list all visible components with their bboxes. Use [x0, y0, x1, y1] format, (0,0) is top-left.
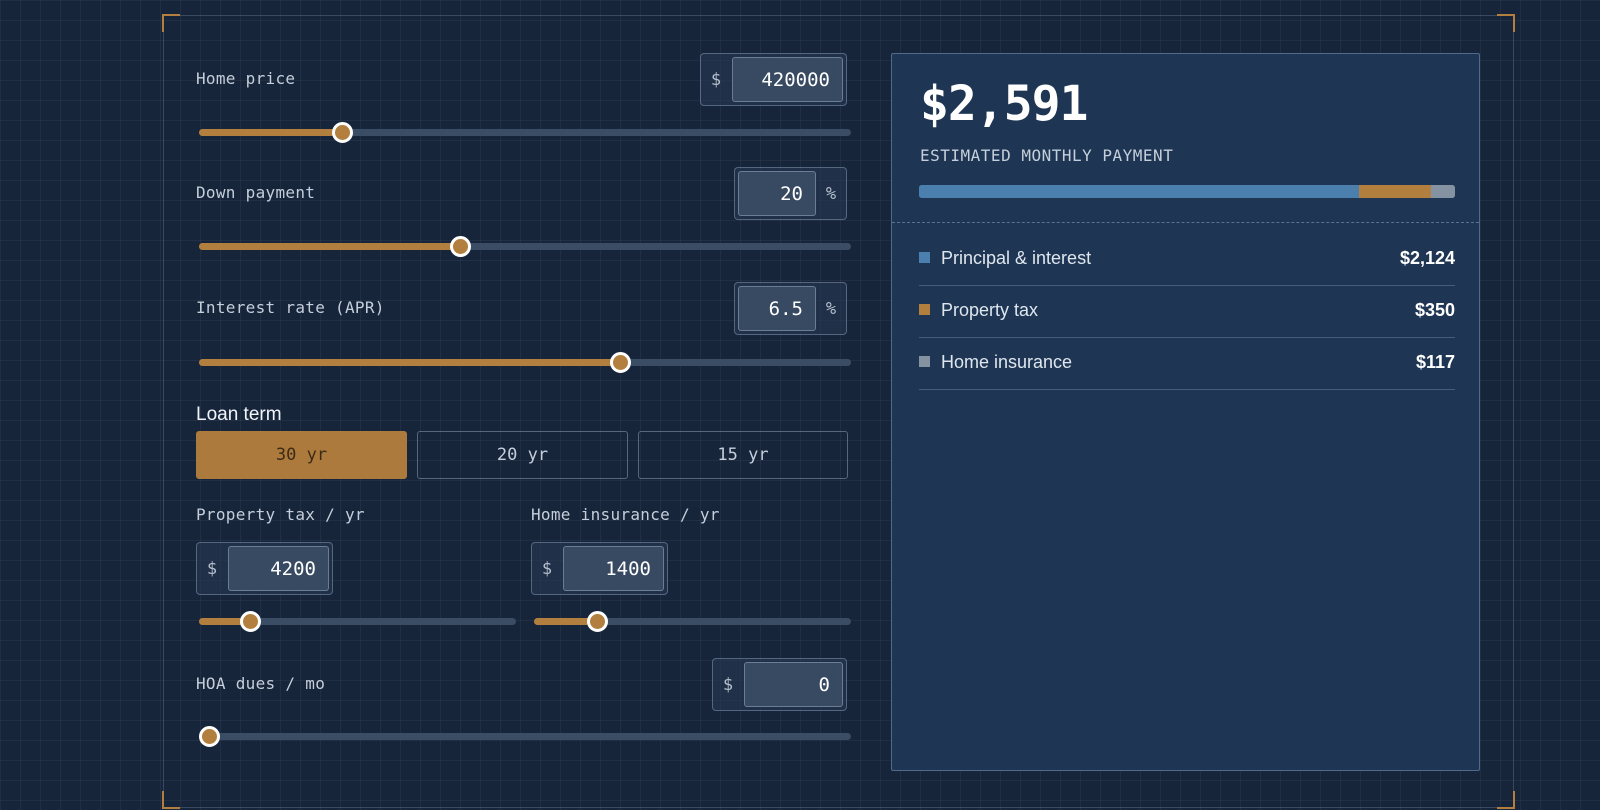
home-insurance-slider[interactable] — [534, 611, 851, 632]
loan-term-20yr-button[interactable]: 20 yr — [417, 431, 628, 479]
monthly-payment-amount: $2,591 — [920, 76, 1088, 132]
down-payment-input[interactable]: 20 — [738, 171, 816, 216]
payment-summary-panel: $2,591 ESTIMATED MONTHLY PAYMENT Princip… — [891, 53, 1480, 771]
payment-breakdown-bar — [919, 185, 1455, 198]
slider-thumb[interactable] — [332, 122, 354, 143]
interest-rate-label: Interest rate (APR) — [196, 298, 385, 317]
breakdown-label: Property tax — [941, 300, 1039, 320]
frame-corner-bottom-right — [1497, 791, 1515, 809]
dashed-divider — [892, 222, 1479, 223]
principal-interest-segment — [919, 185, 1359, 198]
frame-corner-top-right — [1497, 14, 1515, 32]
breakdown-label: Home insurance — [941, 352, 1073, 372]
breakdown-row-principal: Principal & interest $2,124 — [919, 234, 1455, 286]
interest-rate-slider[interactable] — [199, 352, 851, 373]
breakdown-value: $350 — [1414, 300, 1455, 320]
breakdown-label: Principal & interest — [941, 248, 1092, 268]
percent-suffix: % — [825, 183, 837, 204]
currency-prefix: $ — [541, 558, 553, 579]
property-tax-segment — [1358, 185, 1431, 198]
principal-swatch — [919, 252, 930, 263]
slider-thumb[interactable] — [199, 726, 220, 747]
breakdown-value: $2,124 — [1399, 248, 1455, 268]
home-insurance-input[interactable]: 1400 — [563, 546, 664, 591]
home-insurance-swatch — [919, 356, 930, 367]
down-payment-slider[interactable] — [199, 236, 851, 257]
home-insurance-label: Home insurance / yr — [531, 505, 720, 524]
slider-fill — [199, 359, 620, 366]
slider-track — [209, 733, 851, 740]
slider-thumb[interactable] — [587, 611, 609, 632]
interest-rate-field: 6.5 % — [734, 282, 847, 335]
down-payment-label: Down payment — [196, 183, 316, 202]
currency-prefix: $ — [722, 674, 734, 695]
hoa-label: HOA dues / mo — [196, 674, 326, 693]
slider-thumb[interactable] — [609, 352, 631, 373]
breakdown-row-home-insurance: Home insurance $117 — [919, 338, 1455, 390]
slider-fill — [199, 243, 460, 250]
breakdown-row-property-tax: Property tax $350 — [919, 286, 1455, 338]
property-tax-input[interactable]: 4200 — [228, 546, 329, 591]
monthly-payment-caption: ESTIMATED MONTHLY PAYMENT — [920, 146, 1174, 165]
slider-thumb[interactable] — [239, 611, 261, 632]
loan-term-30yr-button[interactable]: 30 yr — [196, 431, 407, 479]
slider-fill — [199, 129, 343, 136]
home-price-input[interactable]: 420000 — [732, 57, 843, 102]
currency-prefix: $ — [710, 69, 722, 90]
property-tax-label: Property tax / yr — [196, 505, 365, 524]
home-insurance-segment — [1430, 185, 1455, 198]
slider-thumb[interactable] — [449, 236, 471, 257]
home-price-slider[interactable] — [199, 122, 851, 143]
hoa-input[interactable]: 0 — [744, 662, 843, 707]
home-price-label: Home price — [196, 69, 296, 88]
property-tax-swatch — [919, 304, 930, 315]
frame-corner-bottom-left — [162, 791, 180, 809]
home-price-field: $ 420000 — [700, 53, 847, 106]
property-tax-slider[interactable] — [199, 611, 516, 632]
hoa-field: $ 0 — [712, 658, 847, 711]
frame-corner-top-left — [162, 14, 180, 32]
down-payment-field: 20 % — [734, 167, 847, 220]
percent-suffix: % — [825, 298, 837, 319]
home-insurance-field: $ 1400 — [531, 542, 668, 595]
hoa-slider[interactable] — [199, 726, 851, 747]
loan-term-label: Loan term — [196, 404, 282, 425]
interest-rate-input[interactable]: 6.5 — [738, 286, 816, 331]
breakdown-value: $117 — [1415, 352, 1455, 372]
property-tax-field: $ 4200 — [196, 542, 333, 595]
currency-prefix: $ — [206, 558, 218, 579]
loan-term-15yr-button[interactable]: 15 yr — [638, 431, 848, 479]
